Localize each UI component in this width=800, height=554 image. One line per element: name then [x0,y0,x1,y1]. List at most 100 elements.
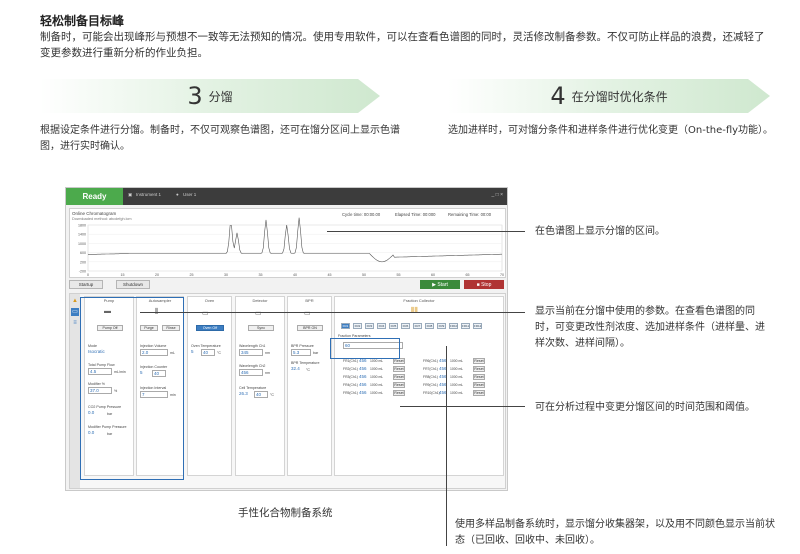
oven-temp-unit: °C [217,351,222,355]
fraction-row-unit: 1000 mL [450,367,464,371]
x-tick-label: 55 [397,273,401,277]
x-tick-label: 25 [190,273,194,277]
start-label: Start [437,281,448,288]
wavelength-ch2-label: Wavelength Ch2 [239,364,266,368]
shutdown-button[interactable]: Shutdown [116,280,150,289]
fraction-row-unit: 1000 mL [450,359,464,363]
figure-caption: 手性化合物制备系统 [238,507,333,519]
online-chromatogram: Online Chromatogram Downloaded method: a… [69,208,506,278]
fraction-button[interactable]: FR7 [413,323,422,329]
wavelength-ch2-input[interactable]: 456 [239,369,263,376]
x-tick-label: 0 [87,273,89,277]
fraction-button[interactable]: FR3 [365,323,374,329]
fraction-button[interactable]: FR9 [437,323,446,329]
x-tick-label: 30 [224,273,228,277]
fraction-reset-button[interactable]: Reset [393,382,405,388]
fraction-row-label: FR2(Ch1) [343,367,358,371]
x-tick-label: 20 [155,273,159,277]
monitor-icon[interactable]: ▭ [71,308,79,316]
x-tick-label: 35 [259,273,263,277]
wavelength-ch1-input[interactable]: 345 [239,349,263,356]
y-tick-label: -200 [79,270,86,274]
cell-temp-input[interactable]: 40 [254,391,268,398]
instrument-tab[interactable]: Instrument 1 [136,192,161,197]
fraction-rack-icon: ⫴⫴ [411,306,418,315]
window-controls[interactable]: _ □ × [492,192,504,198]
y-tick-label: 600 [80,251,86,255]
bpr-on-button[interactable]: BPR ON [297,325,323,331]
fraction-row-label: FR9(Ch1) [423,383,438,387]
fraction-button[interactable]: FR1 [341,323,350,329]
stop-button[interactable]: ■ Stop [464,280,504,289]
fraction-button[interactable]: FR10 [449,323,458,329]
bpr-title: BPR [305,298,314,303]
fraction-row-value[interactable]: 456 [359,390,367,395]
step-3-number: 3 [187,82,203,110]
callout-fraction-interval: 在色谱图上显示分馏的区间。 [535,226,665,237]
oven-temp-input[interactable]: 40 [201,349,215,356]
fraction-reset-button[interactable]: Reset [473,374,485,380]
fraction-row-value[interactable]: 456 [359,374,367,379]
bpr-temp-value: 32.4 [291,366,300,371]
fraction-row-value[interactable]: 456 [359,366,367,371]
step-4-number: 4 [550,82,566,110]
x-tick-label: 40 [293,273,297,277]
fraction-collector-module: Fraction Collector ⫴⫴ FR1 FR2 FR3 FR4 FR5 FR6… [334,296,504,476]
wavelength-ch1-label: Wavelength Ch1 [239,344,266,348]
leader-line-4 [446,346,447,546]
fraction-row-label: FR8(Ch1) [423,375,438,379]
wavelength-ch1-unit: nm [265,351,270,355]
y-tick-label: 1800 [78,224,86,228]
detector-title: Detector [252,298,268,303]
callout-current-params: 显示当前在分馏中使用的参数。在查看色谱图的同时，可变更改性剂浓度、选加进样条件（… [535,306,765,349]
list-icon[interactable]: ≡ [71,319,79,327]
fraction-row-unit: 1000 mL [450,391,464,395]
bpr-icon: ▭ [304,310,311,317]
instrument-tab-icon: ▣ [128,192,133,197]
flask-icon[interactable]: ▲ [71,297,79,305]
fraction-row-label: FR4(Ch1) [343,383,358,387]
detector-module: Detector ▭ Sync Wavelength Ch1 345 nm Wa… [235,296,285,476]
intro-paragraph: 制备时，可能会出现峰形与预想不一致等无法预知的情况。使用专用软件，可以在查看色谱… [40,31,765,59]
fraction-reset-button[interactable]: Reset [473,382,485,388]
fraction-reset-button[interactable]: Reset [473,366,485,372]
chromatogram-plot: 1800 1400 1000 600 200 -2000 15 20 25 30 35 40 45 50 5… [78,217,504,277]
oven-module: Oven ▭ Oven Off Oven Temperature 5 40 °C [187,296,232,476]
fraction-reset-button[interactable]: Reset [473,390,485,396]
fraction-title: Fraction Collector [403,298,435,303]
bpr-module: BPR ▭ BPR ON BPR Pressure 5.3 bar BPR Te… [287,296,332,476]
y-tick-label: 200 [80,260,86,264]
start-button[interactable]: ▶ Start [420,280,460,289]
x-tick-label: 45 [328,273,332,277]
x-tick-label: 60 [431,273,435,277]
fraction-button[interactable]: FR4 [377,323,386,329]
fraction-button[interactable]: FR12 [473,323,482,329]
user-tab[interactable]: User 1 [183,192,196,197]
side-toolbar: ▲ ▭ ≡ [70,294,80,488]
section-heading: 轻松制备目标峰 [40,14,125,28]
highlight-threshold [330,338,400,359]
fraction-reset-button[interactable]: Reset [393,390,405,396]
x-tick-label: 70 [500,273,504,277]
fraction-reset-button[interactable]: Reset [393,366,405,372]
oven-temp-value: 5 [191,349,194,354]
bpr-pressure-input[interactable]: 5.3 [291,349,311,356]
fraction-reset-button[interactable]: Reset [393,374,405,380]
fraction-row-unit: 1000 mL [370,383,384,387]
fraction-button[interactable]: FR11 [461,323,470,329]
bpr-pressure-label: BPR Pressure [291,344,314,348]
fraction-reset-button[interactable]: Reset [473,358,485,364]
fraction-row-value[interactable]: 456 [359,382,367,387]
fraction-button[interactable]: FR8 [425,323,434,329]
sync-button[interactable]: Sync [248,325,274,331]
oven-off-button[interactable]: Oven Off [196,325,224,331]
detector-icon: ▭ [255,310,262,317]
startup-button[interactable]: Startup [69,280,103,289]
fraction-button[interactable]: FR5 [389,323,398,329]
title-bar: Ready ▣ Instrument 1 ● User 1 _ □ × [66,188,507,205]
fraction-button[interactable]: FR6 [401,323,410,329]
fraction-row-unit: 1000 mL [450,375,464,379]
y-tick-label: 1000 [78,242,86,246]
callout-rack-status: 使用多样品制备系统时，显示馏分收集器架，以及用不同颜色显示当前状态（已回收、回收… [455,519,775,546]
fraction-button[interactable]: FR2 [353,323,362,329]
